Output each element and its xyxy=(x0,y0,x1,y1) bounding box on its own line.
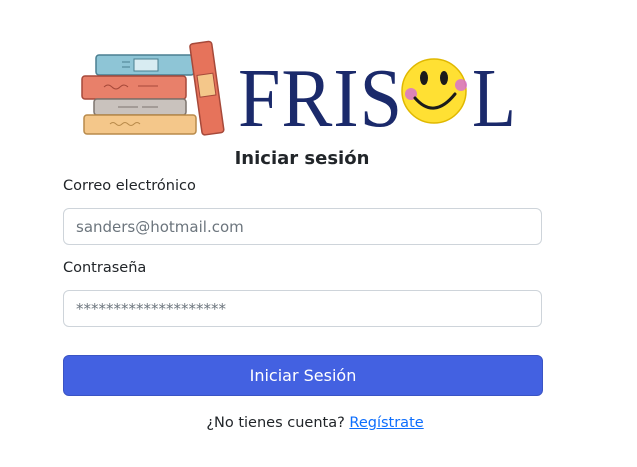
signup-prompt: ¿No tienes cuenta? Regístrate xyxy=(0,415,630,431)
smiley-face-icon xyxy=(401,58,467,124)
svg-text:L: L xyxy=(472,52,516,138)
login-title: Iniciar sesión xyxy=(234,148,370,169)
logo-wordmark: FRIS xyxy=(238,52,403,138)
signup-link[interactable]: Regístrate xyxy=(349,415,423,431)
email-label: Correo electrónico xyxy=(63,178,196,194)
frisol-logo: FRIS L xyxy=(81,40,516,138)
books-stack-icon xyxy=(81,40,225,136)
email-field[interactable]: sanders@hotmail.com xyxy=(63,208,542,245)
login-button[interactable]: Iniciar Sesión xyxy=(63,355,543,396)
password-field[interactable]: ******************** xyxy=(63,290,542,327)
password-label: Contraseña xyxy=(63,260,147,276)
signup-prompt-text: ¿No tienes cuenta? xyxy=(206,415,345,431)
